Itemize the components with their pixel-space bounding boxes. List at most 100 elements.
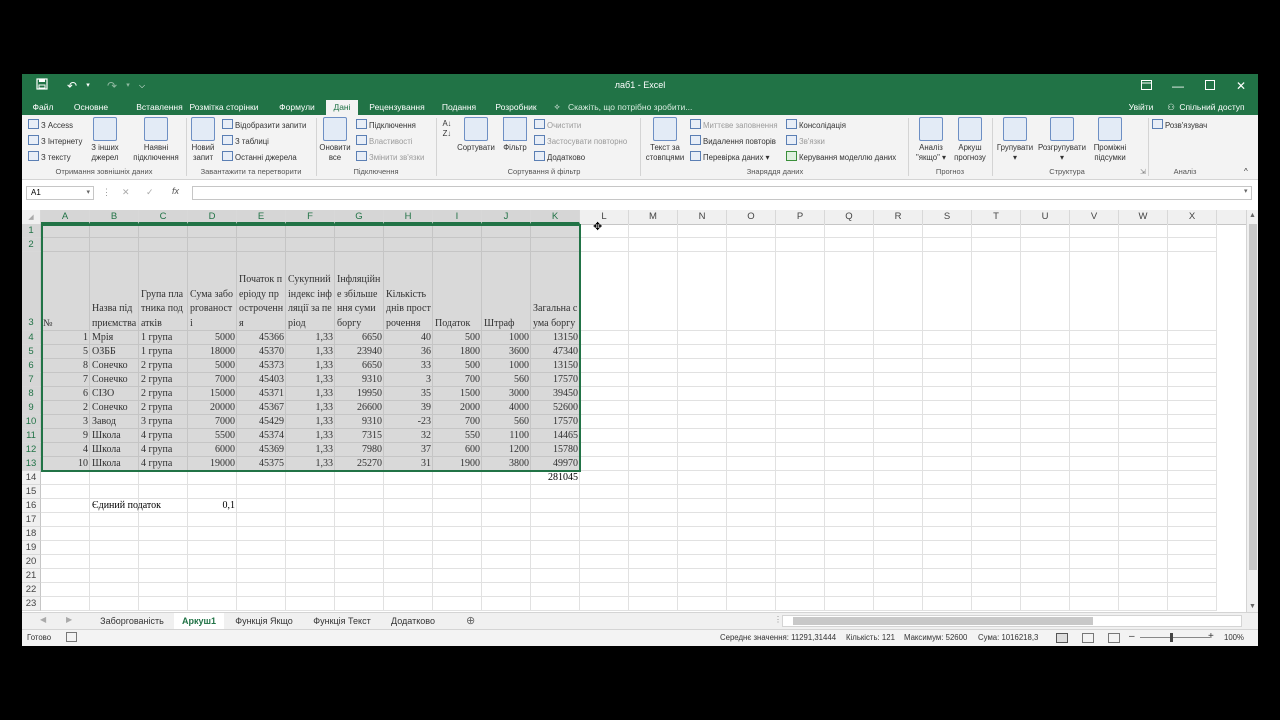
column-header-p[interactable]: P (776, 210, 825, 224)
row-header-5[interactable]: 5 (22, 345, 41, 359)
tab-developer[interactable]: Розробник (488, 100, 544, 115)
table-cell[interactable]: 2 група (139, 359, 188, 373)
column-header-w[interactable]: W (1119, 210, 1168, 224)
table-header-cell[interactable]: Сума заборгованості (188, 252, 237, 331)
table-cell[interactable]: 5500 (188, 429, 237, 443)
ungroup-button[interactable]: Розгрупувати ▾ (1036, 117, 1088, 163)
single-tax-value[interactable]: 0,1 (188, 499, 237, 513)
column-header-j[interactable]: J (482, 210, 531, 224)
close-icon[interactable]: ✕ (1231, 76, 1251, 96)
table-cell[interactable]: 5000 (188, 331, 237, 345)
user-icon[interactable]: ⚇ (1166, 100, 1176, 115)
table-header-cell[interactable]: Загальна сума боргу (531, 252, 580, 331)
table-cell[interactable]: 45366 (237, 331, 286, 345)
column-header-s[interactable]: S (923, 210, 972, 224)
table-cell[interactable]: 1,33 (286, 415, 335, 429)
edit-links-button[interactable]: Змінити зв'язки (356, 151, 424, 163)
page-break-view-icon[interactable] (1108, 633, 1120, 643)
tab-split-handle-icon[interactable]: ⋮ (774, 615, 782, 624)
minimize-icon[interactable]: — (1168, 76, 1188, 96)
column-header-q[interactable]: Q (825, 210, 874, 224)
table-cell[interactable]: 2 група (139, 401, 188, 415)
next-sheet-icon[interactable]: ▶ (66, 615, 72, 624)
table-cell[interactable]: 600 (433, 443, 482, 457)
sheet-tab-funktsiia-iakshcho[interactable]: Функція Якщо (226, 613, 302, 629)
table-cell[interactable]: 15780 (531, 443, 580, 457)
table-cell[interactable]: 45373 (237, 359, 286, 373)
column-header-c[interactable]: C (139, 210, 188, 224)
scroll-up-icon[interactable]: ▲ (1249, 212, 1256, 219)
row-header-17[interactable]: 17 (22, 513, 41, 527)
column-header-d[interactable]: D (188, 210, 237, 224)
row-header-8[interactable]: 8 (22, 387, 41, 401)
table-header-cell[interactable]: Податок (433, 252, 482, 331)
vertical-scrollbar[interactable]: ▲ ▼ (1246, 210, 1258, 612)
table-cell[interactable]: 45371 (237, 387, 286, 401)
column-header-u[interactable]: U (1021, 210, 1070, 224)
select-all-corner[interactable]: ◢ (22, 210, 41, 224)
horizontal-scrollbar[interactable] (782, 615, 1242, 627)
what-if-button[interactable]: Аналіз "якщо" ▾ (912, 117, 950, 163)
table-cell[interactable]: 1200 (482, 443, 531, 457)
table-header-cell[interactable]: № (41, 252, 90, 331)
row-header-6[interactable]: 6 (22, 359, 41, 373)
worksheet-grid[interactable]: ◢ ABCDEFGHIJKLMNOPQRSTUVWX 1 2 3 4 5 6 7 8 9 10 11… (22, 210, 1258, 612)
row-header-20[interactable]: 20 (22, 555, 41, 569)
table-cell[interactable]: 26600 (335, 401, 384, 415)
table-cell[interactable]: 6650 (335, 359, 384, 373)
table-cell[interactable]: 13150 (531, 331, 580, 345)
zoom-level[interactable]: 100% (1224, 633, 1244, 642)
table-cell[interactable]: 4 група (139, 429, 188, 443)
table-cell[interactable]: 3000 (482, 387, 531, 401)
sign-in-link[interactable]: Увійти (1126, 100, 1156, 115)
table-cell[interactable]: 1,33 (286, 457, 335, 471)
table-cell[interactable]: 3 (384, 373, 433, 387)
table-cell[interactable]: 5000 (188, 359, 237, 373)
row-header-2[interactable]: 2 (22, 238, 41, 252)
table-cell[interactable]: 7000 (188, 415, 237, 429)
tab-view[interactable]: Подання (437, 100, 481, 115)
from-access-button[interactable]: З Access (28, 119, 73, 131)
table-cell[interactable]: СІЗО (90, 387, 139, 401)
ribbon-display-icon[interactable] (1136, 76, 1156, 96)
table-cell[interactable]: 1,33 (286, 401, 335, 415)
table-cell[interactable]: 19000 (188, 457, 237, 471)
table-cell[interactable]: 8 (41, 359, 90, 373)
tell-me-input[interactable]: Скажіть, що потрібно зробити... (568, 100, 718, 115)
existing-connections-button[interactable]: Наявні підключення (130, 117, 182, 163)
table-cell[interactable]: 500 (433, 359, 482, 373)
macro-record-icon[interactable] (66, 632, 77, 642)
table-cell[interactable]: 2 група (139, 373, 188, 387)
lightbulb-icon[interactable]: ✧ (552, 100, 562, 115)
row-header-11[interactable]: 11 (22, 429, 41, 443)
active-cell[interactable] (43, 226, 89, 237)
row-header-12[interactable]: 12 (22, 443, 41, 457)
table-cell[interactable]: Школа (90, 443, 139, 457)
table-cell[interactable]: 1000 (482, 331, 531, 345)
table-cell[interactable]: 10 (41, 457, 90, 471)
sort-az-icon[interactable]: A↓ Z↓ (438, 119, 456, 139)
zoom-slider[interactable] (1140, 637, 1210, 638)
table-cell[interactable]: 4 (41, 443, 90, 457)
row-header-10[interactable]: 10 (22, 415, 41, 429)
from-web-button[interactable]: З Інтернету (28, 135, 82, 147)
tab-page-layout[interactable]: Розмітка сторінки (187, 100, 261, 115)
table-cell[interactable]: 1,33 (286, 429, 335, 443)
table-cell[interactable]: Сонечко (90, 373, 139, 387)
clear-filter-button[interactable]: Очистити (534, 119, 581, 131)
tab-insert[interactable]: Вставлення (122, 100, 197, 115)
consolidate-button[interactable]: Консолідація (786, 119, 846, 131)
table-cell[interactable]: 700 (433, 373, 482, 387)
formula-input[interactable] (192, 186, 1252, 200)
tab-home[interactable]: Основне (66, 100, 116, 115)
table-cell[interactable]: 6650 (335, 331, 384, 345)
table-cell[interactable]: 3 (41, 415, 90, 429)
table-cell[interactable]: 45375 (237, 457, 286, 471)
table-cell[interactable]: 45403 (237, 373, 286, 387)
dialog-launcher-icon[interactable]: ⇲ (1140, 168, 1146, 178)
expand-formula-bar-icon[interactable]: ▾ (1244, 187, 1248, 195)
column-header-k[interactable]: K (531, 210, 580, 224)
table-cell[interactable]: 20000 (188, 401, 237, 415)
group-button[interactable]: Групувати ▾ (994, 117, 1036, 163)
table-cell[interactable]: 4 група (139, 457, 188, 471)
